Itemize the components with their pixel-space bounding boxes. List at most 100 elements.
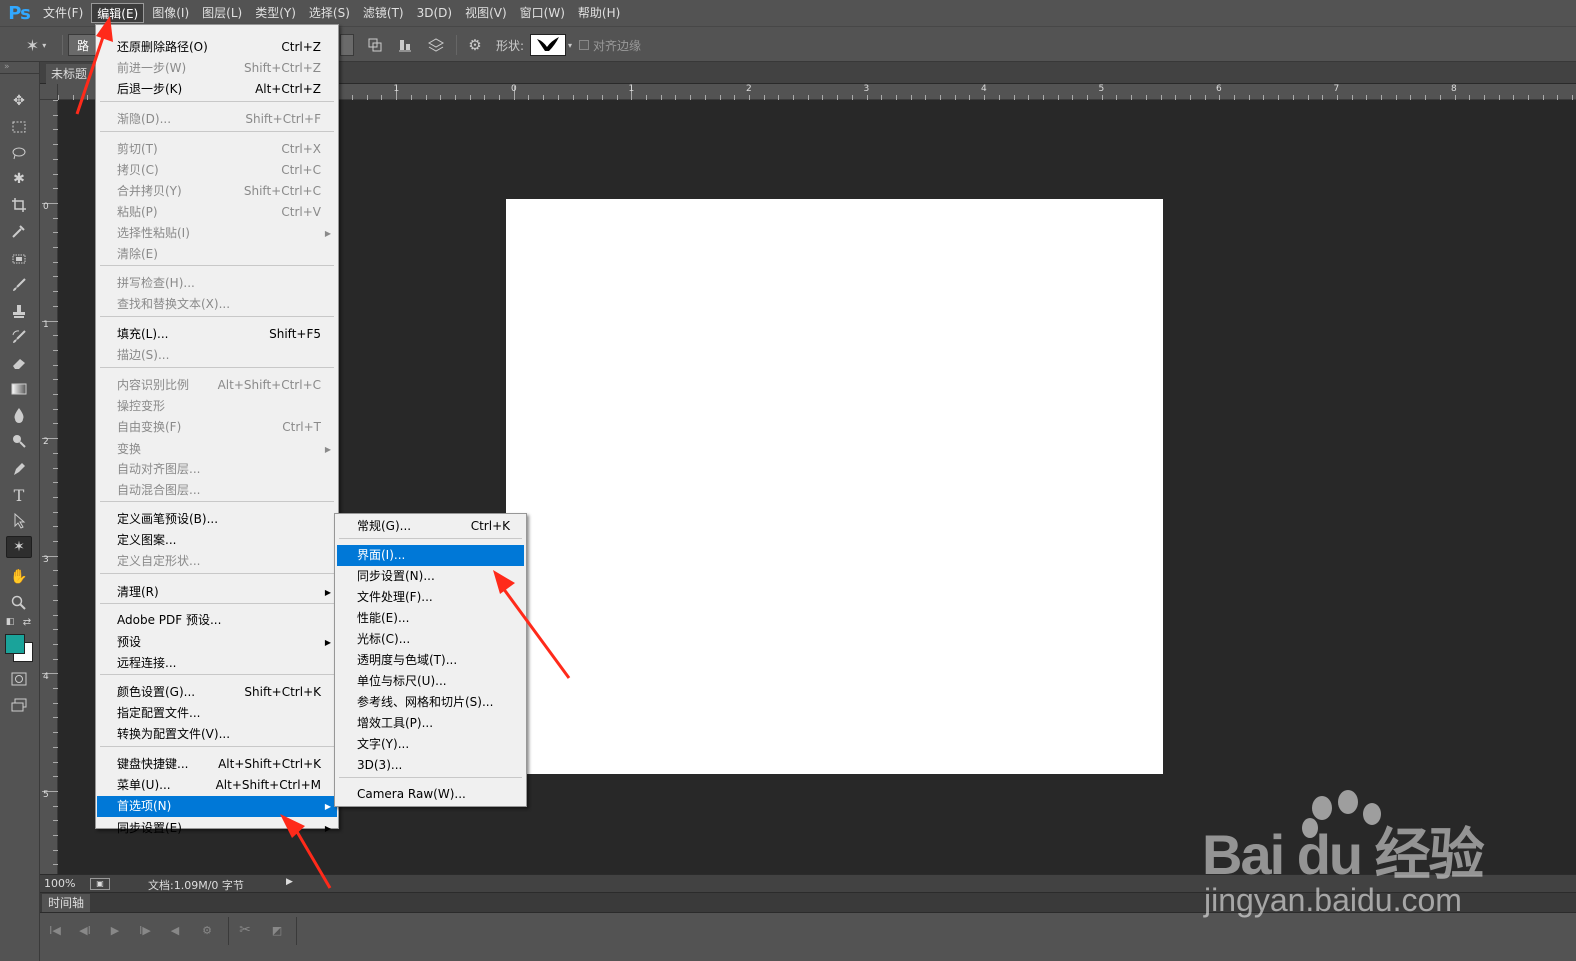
edit-menu-item[interactable]: 转换为配置文件(V)...	[97, 724, 337, 745]
path-arrangement-icon[interactable]	[424, 34, 448, 56]
path-operations-icon[interactable]	[364, 34, 386, 56]
edit-menu-item[interactable]: 拷贝(C) Ctrl+C	[97, 160, 337, 181]
menu-help[interactable]: 帮助(H)	[573, 3, 625, 23]
healing-brush-tool-icon[interactable]	[6, 248, 32, 270]
edit-menu-item[interactable]: 内容识别比例 Alt+Shift+Ctrl+C	[97, 375, 337, 396]
edit-menu-item[interactable]: 剪切(T) Ctrl+X	[97, 139, 337, 160]
dodge-tool-icon[interactable]	[6, 430, 32, 452]
preferences-menu-item[interactable]: 透明度与色域(T)...	[337, 650, 524, 671]
edit-menu-item[interactable]: 自由变换(F) Ctrl+T	[97, 417, 337, 438]
edit-menu-item[interactable]: 变换 ▶	[97, 439, 337, 460]
edit-menu-item[interactable]: 键盘快捷键... Alt+Shift+Ctrl+K	[97, 754, 337, 775]
path-alignment-icon[interactable]	[394, 34, 416, 56]
preferences-menu-item[interactable]: 文字(Y)...	[337, 734, 524, 755]
zoom-tool-icon[interactable]	[6, 592, 32, 614]
transition-icon[interactable]: ◩	[266, 921, 288, 939]
edit-menu-item[interactable]: 定义自定形状...	[97, 551, 337, 572]
gradient-tool-icon[interactable]	[6, 378, 32, 400]
menu-window[interactable]: 窗口(W)	[515, 3, 570, 23]
path-selection-tool-icon[interactable]	[6, 510, 32, 532]
preferences-menu-item[interactable]: Camera Raw(W)...	[337, 784, 524, 805]
menu-image[interactable]: 图像(I)	[147, 3, 194, 23]
zoom-level[interactable]: 100%	[44, 877, 75, 890]
edit-menu-item[interactable]: 预设 ▶	[97, 632, 337, 653]
menu-filter[interactable]: 滤镜(T)	[358, 3, 409, 23]
previous-frame-icon[interactable]: ◀I	[74, 921, 96, 939]
type-tool-icon[interactable]: T	[6, 484, 32, 506]
move-tool-icon[interactable]: ✥	[6, 90, 32, 112]
preferences-menu-item[interactable]: 常规(G)... Ctrl+K	[337, 516, 524, 537]
preferences-menu-item[interactable]: 光标(C)...	[337, 629, 524, 650]
preferences-menu-item[interactable]: 3D(3)...	[337, 755, 524, 776]
edit-menu-item[interactable]: 首选项(N) ▶	[97, 796, 337, 817]
ruler-origin[interactable]	[40, 84, 58, 100]
preferences-menu-item[interactable]: 增效工具(P)...	[337, 713, 524, 734]
screen-mode-icon[interactable]	[6, 694, 32, 716]
status-menu-arrow-icon[interactable]: ▶	[286, 877, 293, 887]
menu-type[interactable]: 类型(Y)	[250, 3, 301, 23]
brush-tool-icon[interactable]	[6, 274, 32, 296]
timeline-tab[interactable]: 时间轴	[42, 894, 91, 913]
edit-menu-item[interactable]: 自动对齐图层...	[97, 459, 337, 480]
edit-menu-item[interactable]: 远程连接...	[97, 653, 337, 674]
timeline-settings-icon[interactable]: ⚙	[196, 921, 218, 939]
edit-menu-item[interactable]: 拼写检查(H)...	[97, 273, 337, 294]
menu-file[interactable]: 文件(F)	[38, 3, 88, 23]
blur-tool-icon[interactable]	[6, 404, 32, 426]
path-mode-dropdown[interactable]: 路	[68, 34, 98, 56]
shape-picker[interactable]	[530, 34, 566, 56]
history-brush-tool-icon[interactable]	[6, 326, 32, 348]
quick-mask-icon[interactable]	[6, 668, 32, 690]
edit-menu-item[interactable]: 合并拷贝(Y) Shift+Ctrl+C	[97, 181, 337, 202]
proof-icon[interactable]: ▣	[90, 878, 110, 890]
next-frame-icon[interactable]: I▶	[134, 921, 156, 939]
split-scissors-icon[interactable]: ✂	[234, 921, 256, 939]
edit-menu-item[interactable]: 渐隐(D)... Shift+Ctrl+F	[97, 109, 337, 130]
preferences-menu-item[interactable]: 文件处理(F)...	[337, 587, 524, 608]
custom-shape-tool-icon[interactable]: ✶	[6, 536, 32, 558]
edit-menu-item[interactable]: 菜单(U)... Alt+Shift+Ctrl+M	[97, 775, 337, 796]
tool-preset-picker[interactable]: ✶ ▾	[16, 34, 56, 56]
edit-menu-item[interactable]: 定义画笔预设(B)...	[97, 509, 337, 530]
magic-wand-tool-icon[interactable]: ✱	[6, 168, 32, 190]
preferences-menu-item[interactable]: 界面(I)...	[337, 545, 524, 566]
edit-menu-item[interactable]: 描边(S)...	[97, 345, 337, 366]
marquee-tool-icon[interactable]	[6, 116, 32, 138]
edit-menu-item[interactable]: 定义图案...	[97, 530, 337, 551]
gear-icon[interactable]: ⚙	[464, 34, 486, 56]
panel-grip[interactable]: »	[0, 62, 39, 74]
default-colors-icon[interactable]: ◧	[3, 616, 17, 628]
eyedropper-tool-icon[interactable]	[6, 220, 32, 242]
preferences-menu-item[interactable]: 参考线、网格和切片(S)...	[337, 692, 524, 713]
edit-menu-item[interactable]: 后退一步(K) Alt+Ctrl+Z	[97, 79, 337, 100]
preferences-menu-item[interactable]: 性能(E)...	[337, 608, 524, 629]
clone-stamp-tool-icon[interactable]	[6, 300, 32, 322]
menu-view[interactable]: 视图(V)	[460, 3, 512, 23]
edit-menu-item[interactable]: 查找和替换文本(X)...	[97, 294, 337, 315]
path-mode-dropdown-tail[interactable]	[340, 34, 354, 56]
edit-menu-item[interactable]: 还原删除路径(O) Ctrl+Z	[97, 37, 337, 58]
pen-tool-icon[interactable]	[6, 458, 32, 480]
edit-menu-item[interactable]: 同步设置(E) ▶	[97, 818, 337, 839]
edit-menu-item[interactable]: 自动混合图层...	[97, 480, 337, 501]
preferences-menu-item[interactable]: 同步设置(N)...	[337, 566, 524, 587]
edit-menu-item[interactable]: Adobe PDF 预设...	[97, 610, 337, 631]
hand-tool-icon[interactable]: ✋	[6, 566, 32, 588]
edit-menu-item[interactable]: 清除(E)	[97, 244, 337, 265]
menu-select[interactable]: 选择(S)	[304, 3, 355, 23]
menu-edit[interactable]: 编辑(E)	[91, 3, 145, 23]
lasso-tool-icon[interactable]	[6, 142, 32, 164]
preferences-menu-item[interactable]: 单位与标尺(U)...	[337, 671, 524, 692]
edit-menu-item[interactable]: 选择性粘贴(I) ▶	[97, 223, 337, 244]
play-icon[interactable]: ▶	[104, 921, 126, 939]
eraser-tool-icon[interactable]	[6, 352, 32, 374]
document-canvas[interactable]	[506, 199, 1163, 774]
menu-layer[interactable]: 图层(L)	[197, 3, 247, 23]
edit-menu-item[interactable]: 填充(L)... Shift+F5	[97, 324, 337, 345]
edit-menu-item[interactable]: 指定配置文件...	[97, 703, 337, 724]
crop-tool-icon[interactable]	[6, 194, 32, 216]
foreground-color-swatch[interactable]	[5, 634, 25, 654]
audio-icon[interactable]: ◀	[164, 921, 186, 939]
edit-menu-item[interactable]: 操控变形	[97, 396, 337, 417]
menu-3d[interactable]: 3D(D)	[412, 3, 457, 23]
